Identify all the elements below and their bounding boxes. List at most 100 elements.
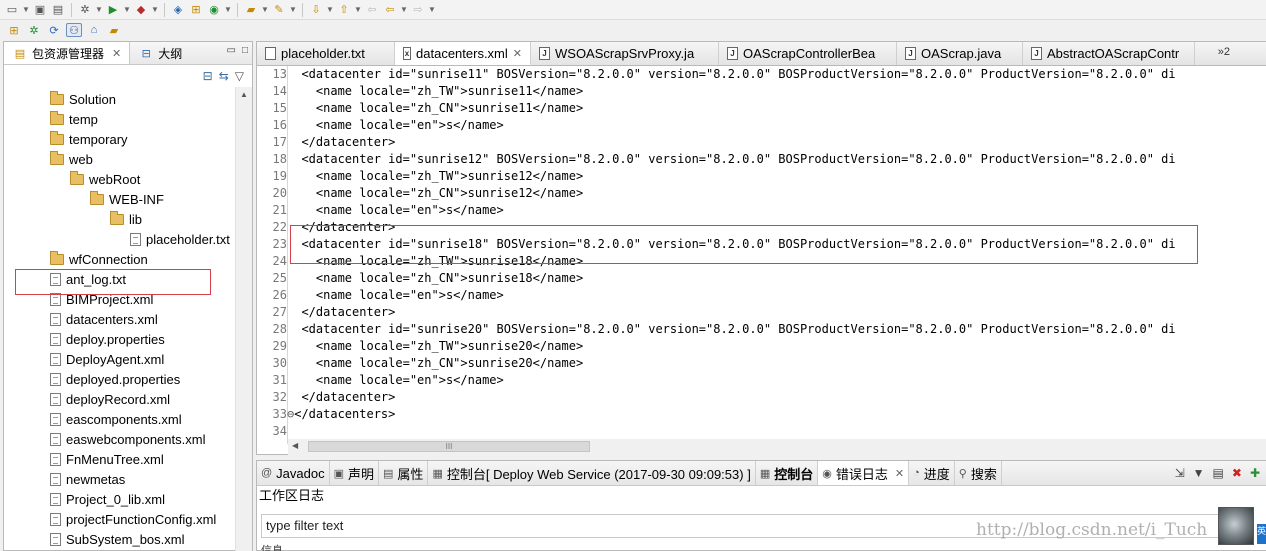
new-class-icon[interactable]: ◉ [206, 3, 222, 17]
chevron-down-icon[interactable]: ▼ [354, 3, 362, 17]
horizontal-scrollbar[interactable]: ◀ III [288, 439, 1266, 455]
tree-item[interactable]: webRoot [70, 169, 140, 189]
new-package-icon[interactable]: ⊞ [188, 3, 204, 17]
sync-icon[interactable]: ⟳ [46, 23, 62, 37]
minimize-icon[interactable]: ▭ [227, 45, 236, 56]
tree-item[interactable]: eascomponents.xml [50, 409, 182, 429]
scroll-up-icon[interactable]: ▲ [236, 87, 252, 99]
chevron-down-icon[interactable]: ▼ [95, 3, 103, 17]
collapse-all-icon[interactable]: ⊟ [203, 69, 213, 83]
external-tools-icon[interactable]: ◆ [133, 3, 149, 17]
chevron-down-icon[interactable]: ▼ [326, 3, 334, 17]
tree-item[interactable]: temporary [50, 129, 128, 149]
restore-log-icon[interactable]: ✚ [1250, 466, 1260, 480]
tree-item[interactable]: SubSystem_bos.xml [50, 529, 185, 549]
bottom-tab[interactable]: ▦ 控制台 [756, 461, 819, 485]
next-annotation-icon[interactable]: ⇩ [308, 3, 324, 17]
editor-tab[interactable]: J OAScrapControllerBea [719, 42, 897, 65]
tree-item[interactable]: FnMenuTree.xml [50, 449, 164, 469]
resource-perspective-icon[interactable]: ▰ [106, 23, 122, 37]
delete-log-icon[interactable]: ✖ [1232, 466, 1242, 480]
tree-item[interactable]: placeholder.txt [130, 229, 230, 249]
plugin-icon[interactable]: ✲ [26, 23, 42, 37]
editor-tab[interactable]: J OAScrap.java [897, 42, 1023, 65]
chevron-down-icon[interactable]: ▼ [151, 3, 159, 17]
package-explorer-icon: ▤ [14, 47, 26, 60]
tree-item[interactable]: Project_0_lib.xml [50, 489, 165, 509]
close-icon[interactable]: ✕ [895, 467, 904, 480]
bottom-tab[interactable]: ◔ 进度 [909, 461, 955, 485]
tree-item[interactable]: WEB-INF [90, 189, 164, 209]
tree-item[interactable]: deployed.properties [50, 369, 180, 389]
code-line: 21 <name locale="en">s</name> [257, 202, 504, 219]
chevron-down-icon[interactable]: ▼ [22, 3, 30, 17]
scroll-left-icon[interactable]: ◀ [292, 441, 298, 450]
editor-tab[interactable]: J AbstractOAScrapContr [1023, 42, 1195, 65]
tree-item-label: wfConnection [69, 251, 148, 267]
chevron-down-icon[interactable]: ▼ [261, 3, 269, 17]
clear-log-icon[interactable]: ▤ [1213, 466, 1224, 480]
line-number: 29 [272, 339, 287, 353]
bottom-tab[interactable]: ◉ 错误日志 ✕ [818, 461, 910, 485]
view-menu-icon[interactable]: ▼ [1193, 466, 1205, 480]
close-icon[interactable]: ✕ [513, 47, 522, 60]
close-icon[interactable]: ✕ [112, 47, 121, 60]
tree-item[interactable]: newmetas [50, 469, 125, 489]
debug-icon[interactable]: ✲ [77, 3, 93, 17]
scroll-thumb[interactable]: III [308, 441, 590, 452]
chevron-down-icon[interactable]: ▼ [289, 3, 297, 17]
line-number: 23 [272, 237, 287, 251]
bottom-tab[interactable]: ⚲ 搜索 [955, 461, 1002, 485]
view-menu-icon[interactable]: ▽ [235, 69, 244, 83]
previous-annotation-icon[interactable]: ⇧ [336, 3, 352, 17]
code-text: </datacenter> [287, 135, 396, 149]
print-icon[interactable]: ▤ [50, 3, 66, 17]
tree-item[interactable]: DeployAgent.xml [50, 349, 164, 369]
home-icon[interactable]: ⌂ [86, 23, 102, 37]
editor-tab[interactable]: J WSOAScrapSrvProxy.ja [531, 42, 719, 65]
back-icon[interactable]: ⇦ [382, 3, 398, 17]
tree-item[interactable]: wfConnection [50, 249, 148, 269]
tree-item[interactable]: deployRecord.xml [50, 389, 170, 409]
code-line: 25 <name locale="zh_CN">sunrise18</name> [257, 270, 584, 287]
tree-item[interactable]: datacenters.xml [50, 309, 158, 329]
link-with-editor-icon[interactable]: ⇆ [219, 69, 229, 83]
run-icon[interactable]: ▶ [105, 3, 121, 17]
tree-item[interactable]: easwebcomponents.xml [50, 429, 205, 449]
tree-item[interactable]: Solution [50, 89, 116, 109]
bottom-tab[interactable]: ▦ 控制台[ Deploy Web Service (2017-09-30 09:… [428, 461, 756, 485]
bottom-tab[interactable]: @ Javadoc [257, 461, 330, 485]
tree-item[interactable]: deploy.properties [50, 329, 165, 349]
open-type-icon[interactable]: ▰ [243, 3, 259, 17]
last-edit-location-icon[interactable]: ⇦ [364, 3, 380, 17]
tree-item-label: WEB-INF [109, 191, 164, 207]
log-column-header[interactable]: 信息 [261, 541, 1251, 551]
forward-icon[interactable]: ⇨ [410, 3, 426, 17]
tree-item[interactable]: web [50, 149, 93, 169]
editor-tab[interactable]: placeholder.txt [257, 42, 395, 65]
chevron-down-icon[interactable]: ▼ [224, 3, 232, 17]
java-perspective-icon[interactable]: ⚇ [66, 23, 82, 37]
tab-outline[interactable]: ⊟ 大纲 [130, 42, 190, 64]
tree-item-label: webRoot [89, 171, 141, 187]
bottom-tab[interactable]: ▤ 属性 [379, 461, 429, 485]
bottom-tab[interactable]: ▣ 声明 [330, 461, 380, 485]
export-log-icon[interactable]: ⇲ [1175, 466, 1185, 480]
editor-tab[interactable]: x datacenters.xml ✕ [395, 42, 531, 65]
open-perspective-icon[interactable]: ⊞ [6, 23, 22, 37]
tree-item[interactable]: projectFunctionConfig.xml [50, 509, 216, 529]
new-java-project-icon[interactable]: ◈ [170, 3, 186, 17]
chevron-down-icon[interactable]: ▼ [400, 3, 408, 17]
maximize-icon[interactable]: □ [242, 45, 248, 56]
tree-item[interactable]: lib [110, 209, 142, 229]
search-tool-icon[interactable]: ✎ [271, 3, 287, 17]
chevron-down-icon[interactable]: ▼ [123, 3, 131, 17]
more-tabs-indicator[interactable]: »2 [1218, 46, 1230, 58]
tree-scrollbar[interactable]: ▲ [235, 87, 252, 551]
chevron-down-icon[interactable]: ▼ [428, 3, 436, 17]
new-icon[interactable]: ▭ [4, 3, 20, 17]
tree-item[interactable]: temp [50, 109, 98, 129]
tab-package-explorer[interactable]: ▤ 包资源管理器 ✕ [4, 42, 131, 64]
code-line: 19 <name locale="zh_TW">sunrise12</name> [257, 168, 584, 185]
save-icon[interactable]: ▣ [32, 3, 48, 17]
